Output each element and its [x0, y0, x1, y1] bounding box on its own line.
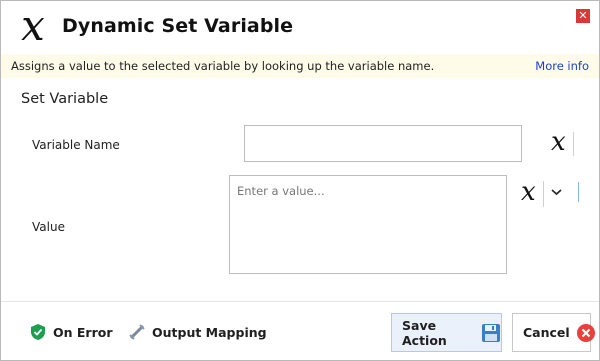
shield-check-icon: [29, 323, 47, 341]
info-bar: Assigns a value to the selected variable…: [1, 54, 599, 78]
variable-x-icon[interactable]: x: [551, 129, 566, 155]
on-error-button[interactable]: On Error: [29, 323, 113, 341]
cancel-button[interactable]: Cancel: [512, 313, 595, 352]
dialog-title: Dynamic Set Variable: [62, 15, 294, 37]
section-title: Set Variable: [21, 91, 109, 107]
dynamic-set-variable-dialog: x Dynamic Set Variable ✕ Assigns a value…: [0, 0, 600, 361]
chevron-down-icon[interactable]: [551, 186, 562, 199]
value-label: Value: [32, 220, 65, 234]
value-placeholder: Enter a value...: [237, 184, 325, 198]
divider: [573, 132, 574, 156]
plug-connector-icon: [128, 323, 146, 341]
scroll-indicator: [578, 182, 579, 202]
more-info-link[interactable]: More info: [535, 59, 589, 73]
action-description: Assigns a value to the selected variable…: [11, 59, 435, 73]
variable-name-label: Variable Name: [32, 138, 120, 152]
footer-separator: [1, 301, 599, 302]
floppy-disk-icon: [481, 323, 501, 343]
save-action-label: Save Action: [402, 317, 447, 348]
variable-x-icon: x: [21, 1, 45, 50]
variable-name-field[interactable]: [244, 125, 522, 162]
close-button[interactable]: ✕: [576, 9, 590, 23]
variable-x-icon[interactable]: x: [521, 179, 536, 205]
cancel-circle-icon: [576, 323, 596, 343]
cancel-label: Cancel: [523, 325, 570, 340]
output-mapping-label: Output Mapping: [152, 324, 267, 340]
divider: [543, 181, 544, 207]
output-mapping-button[interactable]: Output Mapping: [128, 323, 267, 341]
title-bar: x Dynamic Set Variable ✕: [1, 1, 599, 53]
value-field[interactable]: Enter a value...: [229, 175, 507, 274]
save-action-button[interactable]: Save Action: [391, 313, 502, 352]
close-icon: ✕: [578, 9, 588, 22]
on-error-label: On Error: [53, 324, 113, 340]
